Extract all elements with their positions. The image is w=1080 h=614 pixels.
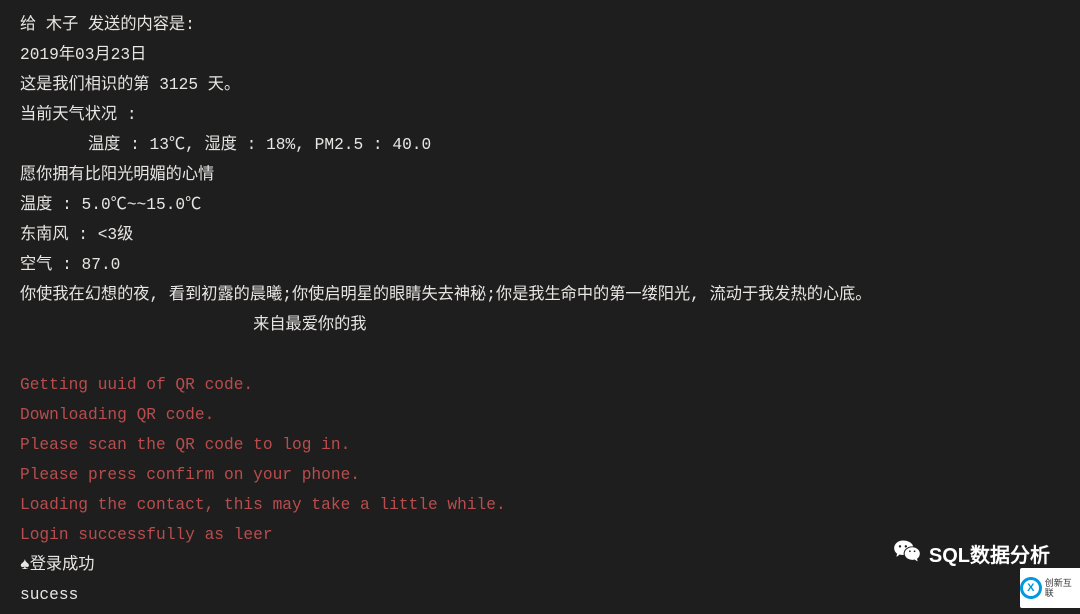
terminal-line: 温度 : 13℃, 湿度 : 18%, PM2.5 : 40.0	[20, 130, 1060, 160]
terminal-line: 来自最爱你的我	[20, 310, 1060, 340]
terminal-line: 这是我们相识的第 3125 天。	[20, 70, 1060, 100]
wechat-icon	[893, 537, 921, 574]
watermark-label: SQL数据分析	[929, 541, 1050, 571]
terminal-line: 给 木子 发送的内容是:	[20, 10, 1060, 40]
terminal-line: Please scan the QR code to log in.	[20, 430, 1060, 460]
terminal-line: 当前天气状况 :	[20, 100, 1060, 130]
terminal-line: 空气 : 87.0	[20, 250, 1060, 280]
terminal-output: 给 木子 发送的内容是:2019年03月23日这是我们相识的第 3125 天。当…	[20, 10, 1060, 610]
terminal-line: 你使我在幻想的夜, 看到初露的晨曦;你使启明星的眼睛失去神秘;你是我生命中的第一…	[20, 280, 1060, 310]
terminal-line: Please press confirm on your phone.	[20, 460, 1060, 490]
terminal-line	[20, 340, 1060, 370]
partner-logo: X 创新互联	[1020, 568, 1080, 608]
terminal-line: 东南风 : <3级	[20, 220, 1060, 250]
partner-brand-text: 创新互联	[1045, 578, 1080, 598]
terminal-line: 2019年03月23日	[20, 40, 1060, 70]
terminal-line: sucess	[20, 580, 1060, 610]
terminal-line: Getting uuid of QR code.	[20, 370, 1060, 400]
terminal-line: 愿你拥有比阳光明媚的心情	[20, 160, 1060, 190]
terminal-line: Downloading QR code.	[20, 400, 1060, 430]
terminal-line: 温度 : 5.0℃~~15.0℃	[20, 190, 1060, 220]
partner-logo-icon: X	[1020, 577, 1042, 599]
terminal-line: Loading the contact, this may take a lit…	[20, 490, 1060, 520]
